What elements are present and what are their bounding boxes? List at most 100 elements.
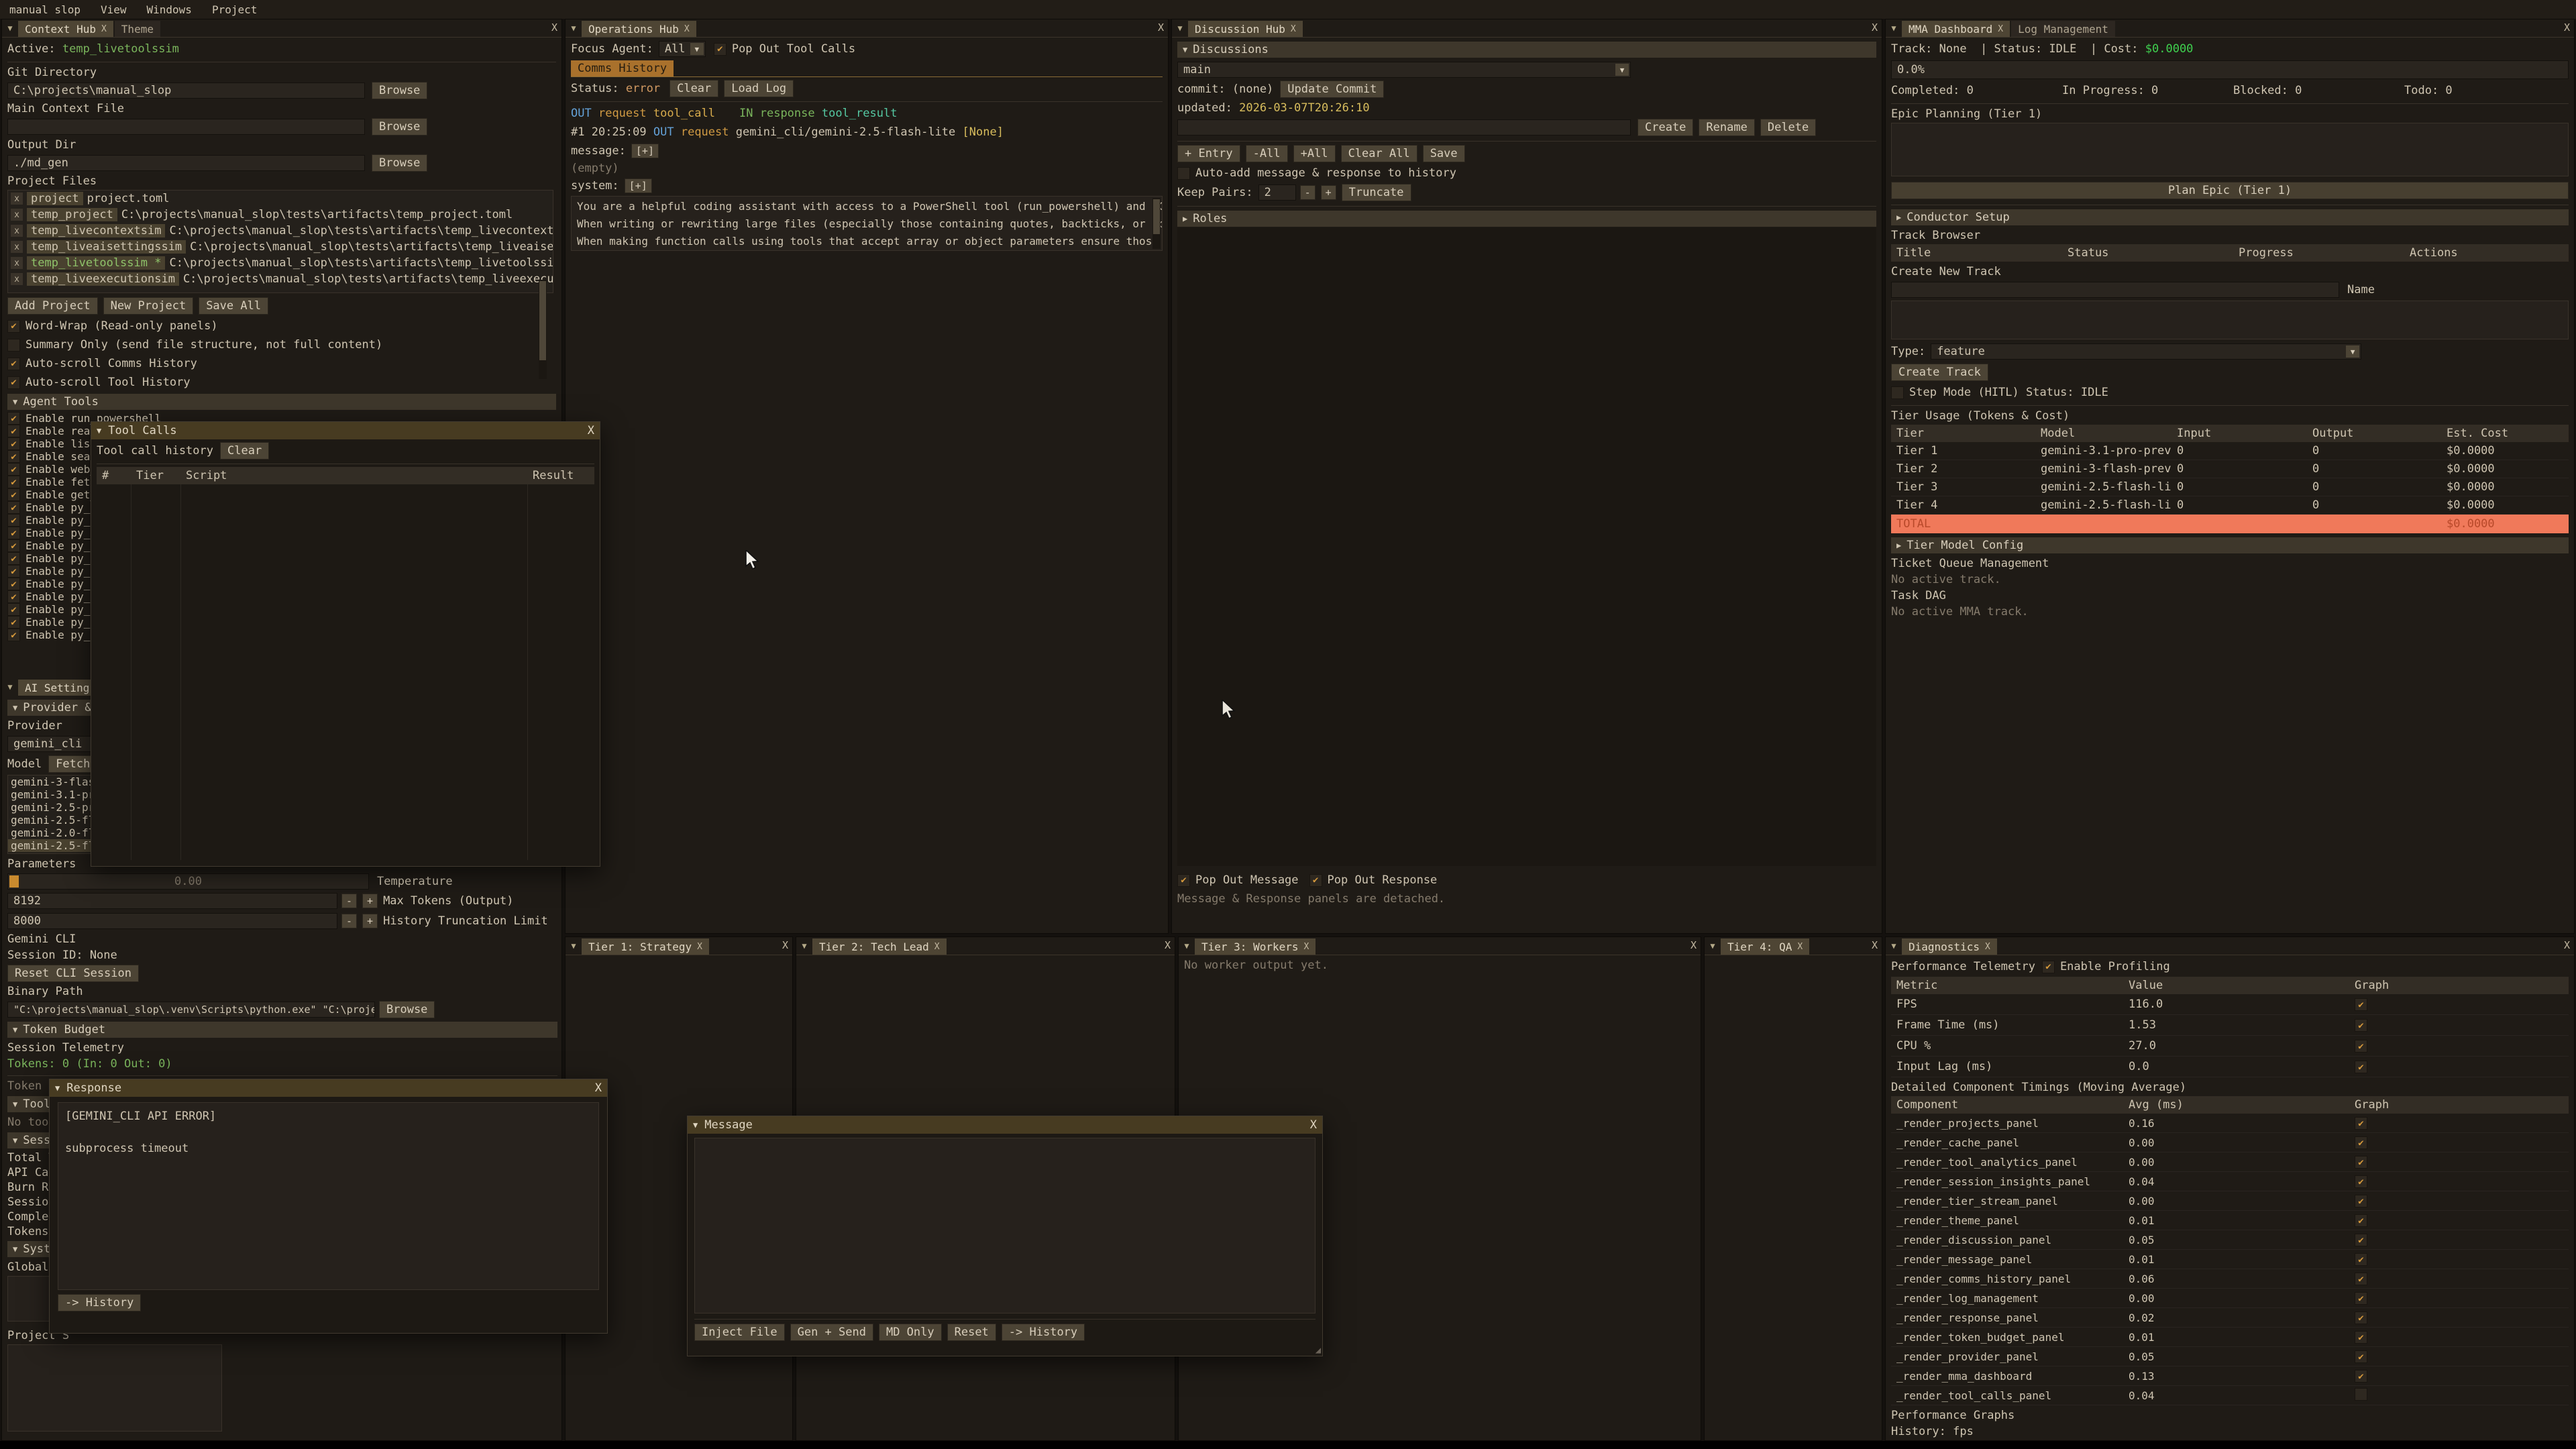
tab-operations-hub[interactable]: Operations HubX xyxy=(582,21,696,37)
load-log-button[interactable]: Load Log xyxy=(724,80,794,97)
component-graph-checkbox[interactable] xyxy=(2355,1370,2367,1383)
tab-mma-dashboard[interactable]: MMA DashboardX xyxy=(1902,21,2010,37)
window-menu-icon[interactable]: ▼ xyxy=(796,937,812,955)
comms-history-tab[interactable]: Comms History xyxy=(571,60,674,76)
tool-checkbox[interactable] xyxy=(7,539,20,552)
tool-checkbox[interactable] xyxy=(7,501,20,514)
project-file-tag[interactable]: temp_livetoolssim * xyxy=(27,256,165,270)
agent-tools-header[interactable]: ▼ Agent Tools xyxy=(7,394,556,410)
project-file-row[interactable]: x temp_liveaisettingssim C:\projects\man… xyxy=(8,239,553,255)
chevron-down-icon[interactable]: ▼ xyxy=(2346,345,2359,358)
tab-diagnostics[interactable]: DiagnosticsX xyxy=(1902,938,1997,955)
expand-all-button[interactable]: +All xyxy=(1293,145,1336,162)
window-menu-icon[interactable]: ▼ xyxy=(1886,19,1902,37)
discussions-header[interactable]: ▼ Discussions xyxy=(1177,42,1876,58)
component-graph-checkbox[interactable] xyxy=(2355,1273,2367,1285)
project-file-tag[interactable]: temp_liveaisettingssim xyxy=(27,240,186,254)
model-list-item[interactable]: gemini-2.5-flash- xyxy=(8,839,99,852)
option-checkbox[interactable] xyxy=(7,358,20,370)
window-menu-icon[interactable]: ▼ xyxy=(2,678,18,696)
prompt-scrollbar-thumb[interactable] xyxy=(1153,199,1160,234)
tool-checkbox[interactable] xyxy=(7,514,20,527)
remove-file-icon[interactable]: x xyxy=(11,209,23,221)
tool-checkbox[interactable] xyxy=(7,463,20,476)
plus-button[interactable]: + xyxy=(362,914,378,928)
remove-file-icon[interactable]: x xyxy=(11,273,23,285)
plan-epic-button[interactable]: Plan Epic (Tier 1) xyxy=(1891,182,2569,199)
clear-all-button[interactable]: Clear All xyxy=(1341,145,1417,162)
tab-tier3[interactable]: Tier 3: WorkersX xyxy=(1195,938,1316,955)
files-scrollbar[interactable] xyxy=(539,280,547,379)
tier-model-config-header[interactable]: ▶ Tier Model Config xyxy=(1891,537,2569,553)
provider-combo[interactable]: gemini_cli xyxy=(7,736,96,752)
focus-agent-combo[interactable]: All ▼ xyxy=(659,41,706,57)
menu-item-project[interactable]: Project xyxy=(212,3,257,16)
tool-checkbox[interactable] xyxy=(7,450,20,463)
model-list-item[interactable]: gemini-2.0-flash xyxy=(8,826,98,839)
message-to-history-button[interactable]: -> History xyxy=(1002,1324,1085,1341)
tab-log-management[interactable]: Log Management xyxy=(2011,21,2115,37)
component-graph-checkbox[interactable] xyxy=(2355,1311,2367,1324)
tab-tier2[interactable]: Tier 2: Tech LeadX xyxy=(812,938,947,955)
prompt-scrollbar[interactable] xyxy=(1152,198,1161,249)
option-checkbox[interactable] xyxy=(7,339,20,352)
tool-checkbox[interactable] xyxy=(7,488,20,501)
binary-browse-button[interactable]: Browse xyxy=(379,1001,435,1018)
rename-discussion-button[interactable]: Rename xyxy=(1699,119,1754,136)
component-graph-checkbox[interactable] xyxy=(2355,1350,2367,1363)
remove-file-icon[interactable]: x xyxy=(11,225,23,237)
remove-file-icon[interactable]: x xyxy=(11,257,23,269)
menu-item-app[interactable]: manual slop xyxy=(9,3,80,16)
close-icon[interactable]: X xyxy=(1690,939,1697,951)
project-file-row[interactable]: x temp_project C:\projects\manual_slop\t… xyxy=(8,207,553,223)
clear-tool-history-button[interactable]: Clear xyxy=(220,442,269,460)
caret-down-icon[interactable]: ▼ xyxy=(693,1120,698,1130)
conductor-setup-header[interactable]: ▶ Conductor Setup xyxy=(1891,209,2569,225)
tool-checkbox[interactable] xyxy=(7,603,20,616)
main-context-file-input[interactable] xyxy=(7,119,365,135)
menu-item-windows[interactable]: Windows xyxy=(147,3,192,16)
minus-button[interactable]: - xyxy=(341,894,357,908)
component-graph-checkbox[interactable] xyxy=(2355,1331,2367,1344)
close-icon[interactable]: X xyxy=(1872,939,1878,951)
close-icon[interactable]: X xyxy=(595,1081,602,1095)
component-graph-checkbox[interactable] xyxy=(2355,1195,2367,1208)
metric-graph-checkbox[interactable] xyxy=(2355,1019,2367,1032)
close-icon[interactable]: X xyxy=(684,24,690,34)
window-menu-icon[interactable]: ▼ xyxy=(1179,937,1195,955)
tool-checkbox[interactable] xyxy=(7,616,20,629)
model-list-item[interactable]: gemini-2.5-flash xyxy=(8,814,98,826)
remove-file-icon[interactable]: x xyxy=(11,241,23,253)
close-icon[interactable]: X xyxy=(551,21,557,34)
option-checkbox[interactable] xyxy=(7,320,20,333)
close-icon[interactable]: X xyxy=(1310,1118,1317,1132)
discussion-history-area[interactable] xyxy=(1177,227,1876,866)
response-to-history-button[interactable]: -> History xyxy=(58,1294,141,1311)
component-graph-checkbox[interactable] xyxy=(2355,1214,2367,1227)
temperature-slider[interactable]: 0.00 xyxy=(7,873,369,890)
history-trunc-input[interactable]: 8000 xyxy=(7,913,337,929)
window-menu-icon[interactable]: ▼ xyxy=(1886,937,1902,955)
token-budget-header[interactable]: ▼ Token Budget xyxy=(7,1022,557,1038)
plus-button[interactable]: + xyxy=(362,894,378,908)
new-project-button[interactable]: New Project xyxy=(103,297,194,315)
files-scrollbar-thumb[interactable] xyxy=(539,281,546,360)
component-graph-checkbox[interactable] xyxy=(2355,1156,2367,1169)
window-menu-icon[interactable]: ▼ xyxy=(1705,937,1721,955)
close-icon[interactable]: X xyxy=(697,942,702,952)
project-file-row[interactable]: x temp_livecontextsim C:\projects\manual… xyxy=(8,223,553,239)
message-titlebar[interactable]: ▼ Message X xyxy=(688,1116,1322,1134)
component-graph-checkbox[interactable] xyxy=(2355,1175,2367,1188)
save-all-button[interactable]: Save All xyxy=(199,297,268,315)
component-graph-checkbox[interactable] xyxy=(2355,1117,2367,1130)
tool-checkbox[interactable] xyxy=(7,527,20,539)
enable-profiling-checkbox[interactable] xyxy=(2042,961,2055,973)
plus-button[interactable]: + xyxy=(1321,185,1336,200)
project-file-tag[interactable]: project xyxy=(27,192,83,205)
caret-down-icon[interactable]: ▼ xyxy=(55,1083,60,1093)
response-titlebar[interactable]: ▼ Response X xyxy=(50,1079,607,1097)
tool-checkbox[interactable] xyxy=(7,412,20,425)
reset-cli-session-button[interactable]: Reset CLI Session xyxy=(7,965,139,982)
roles-header[interactable]: ▶ Roles xyxy=(1177,211,1876,227)
track-name-input[interactable] xyxy=(1891,282,2339,298)
